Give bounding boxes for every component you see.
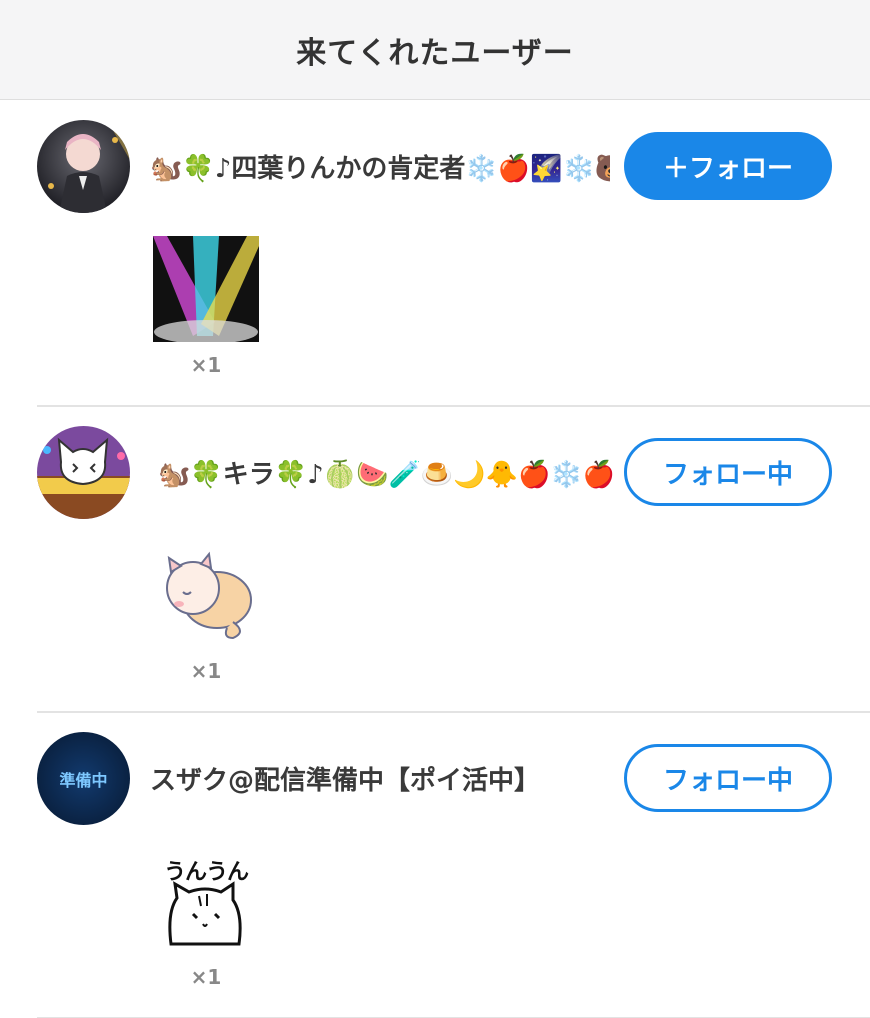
spotlight-stage-icon [153,236,259,344]
page-title: 来てくれたユーザー [296,35,574,71]
avatar[interactable]: 準備中 [37,732,130,825]
follow-button[interactable]: ＋フォロー [624,132,832,200]
following-button[interactable]: フォロー中 [624,744,832,812]
username[interactable]: スザク@配信準備中【ポイ活中】 [150,760,540,797]
user-list-item: 🐿️🍀♪四葉りんかの肯定者❄️🍎🌠❄️🐻 ＋フォロー ×1 [0,100,870,407]
avatar[interactable] [37,120,130,213]
username[interactable]: 🐿️🍀キラ🍀♪🍈🍉🧪🍮🌙🐥🍎❄️🍎🐰🌸 [158,454,618,491]
page-header: 来てくれたユーザー [0,0,870,100]
avatar[interactable] [37,426,130,519]
user-list-item: 準備中 スザク@配信準備中【ポイ活中】 フォロー中 うんうん ×1 [0,712,870,1018]
following-button[interactable]: フォロー中 [624,438,832,506]
unun-cat-sticker-icon: うんうん [153,848,259,954]
user-list-item: 🐿️🍀キラ🍀♪🍈🍉🧪🍮🌙🐥🍎❄️🍎🐰🌸 フォロー中 ×1 [0,406,870,713]
gift-count: ×1 [190,965,222,989]
gift-count: ×1 [190,659,222,683]
sleeping-cat-icon [153,542,259,648]
avatar-text: 準備中 [59,770,108,790]
username[interactable]: 🐿️🍀♪四葉りんかの肯定者❄️🍎🌠❄️🐻 [150,148,610,185]
gift-count: ×1 [190,353,222,377]
